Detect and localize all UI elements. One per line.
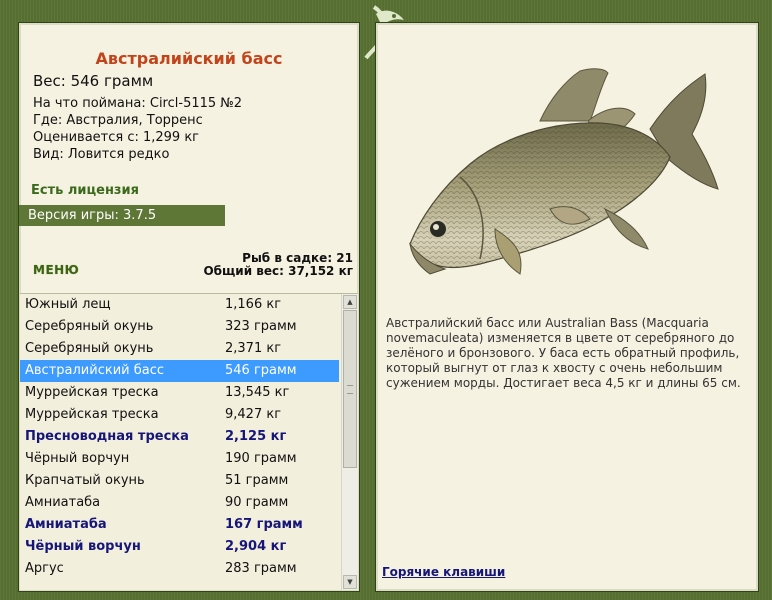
catch-fish-name: Муррейская треска [25, 407, 159, 422]
catch-fish-weight: 2,125 кг [225, 429, 287, 444]
game-frame: Австралийский басс Вес: 546 грамм На что… [0, 0, 772, 600]
game-version-bar: Версия игры: 3.7.5 [19, 205, 225, 226]
catch-fish-name: Амниатаба [25, 495, 101, 510]
catch-list-row[interactable]: Серебряный окунь 323 грамм [20, 316, 339, 338]
fish-info-panel: Австралийский басс Вес: 546 грамм На что… [18, 22, 360, 592]
scroll-grip-icon [347, 385, 353, 394]
catch-list: Южный лещ 1,166 кг Серебряный окунь 323 гра… [20, 293, 358, 590]
catch-fish-name: Чёрный ворчун [25, 451, 130, 466]
scroll-down-button[interactable]: ▼ [343, 575, 357, 589]
fish-value: Оценивается с: 1,299 кг [33, 130, 200, 145]
catch-fish-name: Аргус [25, 561, 64, 576]
catch-fish-weight: 1,166 кг [225, 297, 282, 312]
catch-fish-weight: 190 грамм [225, 451, 297, 466]
fish-description: Австралийский басс или Australian Bass (… [386, 316, 741, 390]
catch-fish-name: Муррейская треска [25, 385, 159, 400]
catch-fish-name: Амниатаба [25, 517, 107, 532]
catch-fish-weight: 167 грамм [225, 517, 303, 532]
catch-location: Где: Австралия, Торренс [33, 113, 203, 128]
catch-fish-name: Чёрный ворчун [25, 539, 141, 554]
catch-list-row[interactable]: Муррейская треска 13,545 кг [20, 382, 339, 404]
catch-fish-weight: 2,371 кг [225, 341, 282, 356]
catch-list-row[interactable]: Аргус 283 грамм [20, 558, 339, 580]
license-status: Есть лицензия [31, 183, 139, 198]
catch-fish-weight: 90 грамм [225, 495, 289, 510]
scroll-up-button[interactable]: ▲ [343, 295, 357, 309]
catch-list-row[interactable]: Пресноводная треска 2,125 кг [20, 426, 339, 448]
catch-fish-weight: 323 грамм [225, 319, 297, 334]
catch-fish-weight: 51 грамм [225, 473, 289, 488]
catch-fish-name: Крапчатый окунь [25, 473, 145, 488]
catch-fish-name: Южный лещ [25, 297, 111, 312]
catch-fish-name: Серебряный окунь [25, 319, 154, 334]
total-weight: Общий вес: 37,152 кг [203, 264, 353, 278]
hotkeys-link[interactable]: Горячие клавиши [382, 565, 505, 579]
catch-fish-weight: 283 грамм [225, 561, 297, 576]
menu-button[interactable]: МЕНЮ [33, 263, 79, 277]
catch-list-row[interactable]: Серебряный окунь 2,371 кг [20, 338, 339, 360]
fish-weight: Вес: 546 грамм [33, 72, 154, 90]
catch-fish-name: Пресноводная треска [25, 429, 189, 444]
catch-list-row[interactable]: Амниатаба 167 грамм [20, 514, 339, 536]
catch-fish-weight: 9,427 кг [225, 407, 282, 422]
fish-description-panel: Австралийский басс или Australian Bass (… [375, 22, 759, 592]
catch-fish-name: Серебряный окунь [25, 341, 154, 356]
catch-list-row[interactable]: Южный лещ 1,166 кг [20, 294, 339, 316]
list-scrollbar[interactable]: ▲ ▼ [341, 294, 358, 590]
catch-fish-weight: 13,545 кг [225, 385, 290, 400]
catch-list-row[interactable]: Муррейская треска 9,427 кг [20, 404, 339, 426]
catch-list-row[interactable]: Чёрный ворчун 190 грамм [20, 448, 339, 470]
catch-fish-weight: 2,904 кг [225, 539, 287, 554]
catch-fish-weight: 546 грамм [225, 363, 297, 378]
fish-rarity: Вид: Ловится редко [33, 147, 170, 162]
caught-with: На что поймана: Circl-5115 №2 [33, 96, 243, 111]
catch-fish-name: Австралийский басс [25, 363, 165, 378]
scroll-thumb[interactable] [343, 310, 357, 468]
keepnet-stats: Рыб в садке: 21 Общий вес: 37,152 кг [203, 252, 353, 278]
catch-list-row[interactable]: Крапчатый окунь 51 грамм [20, 470, 339, 492]
fish-title: Австралийский басс [95, 49, 283, 68]
catch-list-rows: Южный лещ 1,166 кг Серебряный окунь 323 гра… [20, 294, 339, 580]
catch-list-row[interactable]: Австралийский басс 546 грамм [20, 360, 339, 382]
catch-list-row[interactable]: Амниатаба 90 грамм [20, 492, 339, 514]
catch-list-row[interactable]: Чёрный ворчун 2,904 кг [20, 536, 339, 558]
australian-bass-image [409, 68, 719, 275]
